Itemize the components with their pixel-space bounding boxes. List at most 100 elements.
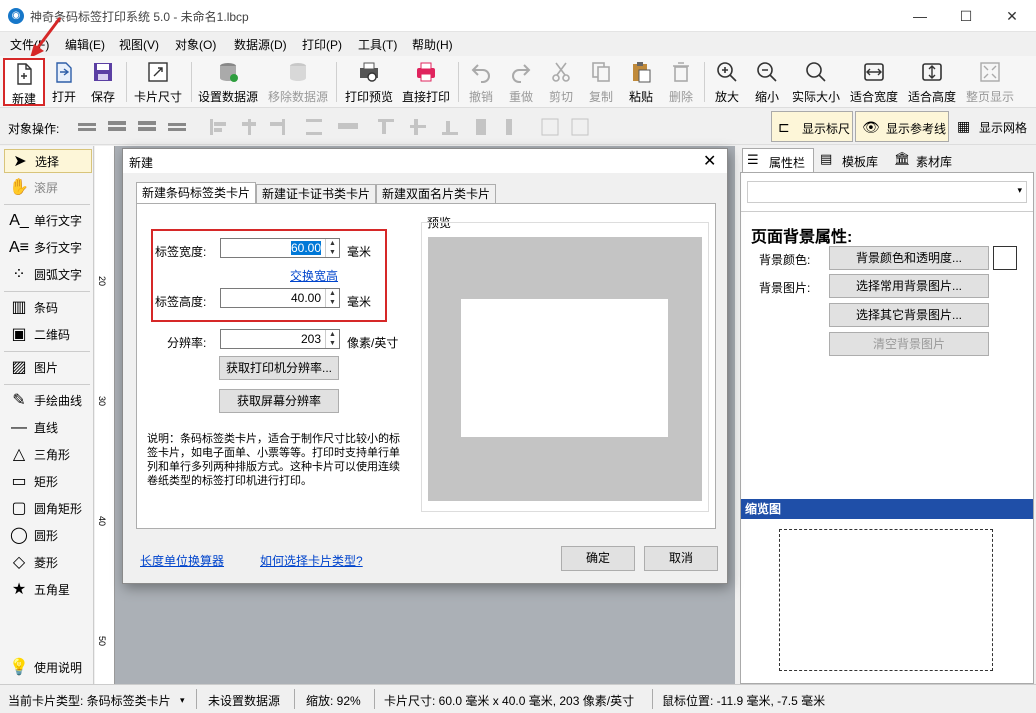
unit-converter-link[interactable]: 长度单位换算器 bbox=[140, 552, 224, 569]
menu-help[interactable]: 帮助(H) bbox=[412, 36, 453, 53]
cursor-icon: ➤ bbox=[13, 153, 27, 170]
tool-qrcode-label: 二维码 bbox=[34, 328, 71, 342]
tool-triangle-label: 三角形 bbox=[34, 448, 71, 462]
tool-select[interactable]: ➤ 选择 bbox=[4, 149, 92, 173]
tab-certificate-card[interactable]: 新建证卡证书类卡片 bbox=[256, 184, 376, 204]
tab-content: 标签宽度: 60.00 ▲ ▼ 毫米 交换宽高 标签高度: 40.00 ▲ ▼ 毫米… bbox=[136, 203, 716, 529]
zoom-in-button[interactable]: 放大 bbox=[710, 58, 744, 106]
redo-button[interactable]: 重做 bbox=[504, 58, 538, 106]
tool-barcode[interactable]: ▥ 条码 bbox=[4, 296, 92, 320]
undo-button[interactable]: 撤销 bbox=[464, 58, 498, 106]
get-screen-dpi-button[interactable]: 获取屏幕分辨率 bbox=[219, 389, 339, 413]
remove-datasource-button[interactable]: 移除数据源 bbox=[266, 58, 330, 106]
zoom-out-button[interactable]: 缩小 bbox=[750, 58, 784, 106]
tab-properties[interactable]: ☰ 属性栏 bbox=[742, 148, 814, 172]
tab-templates[interactable]: ▤ 模板库 bbox=[816, 148, 888, 172]
tool-multi-text[interactable]: A≡ 多行文字 bbox=[4, 236, 92, 260]
maximize-button[interactable]: ☐ bbox=[943, 0, 989, 32]
tool-circle[interactable]: ◯ 圆形 bbox=[4, 524, 92, 548]
width-spinner[interactable]: ▲ ▼ bbox=[325, 239, 339, 257]
cut-button[interactable]: 剪切 bbox=[544, 58, 578, 106]
multiline-text-icon: A≡ bbox=[8, 239, 29, 256]
height-field[interactable]: 40.00 ▲ ▼ bbox=[220, 288, 340, 308]
choose-other-bg-button[interactable]: 选择其它背景图片... bbox=[829, 303, 989, 327]
tool-qrcode[interactable]: ▣ 二维码 bbox=[4, 323, 92, 347]
status-mouse-position: 鼠标位置: -11.9 毫米, -7.5 毫米 bbox=[662, 694, 826, 708]
copy-button[interactable]: 复制 bbox=[584, 58, 618, 106]
tool-scroll[interactable]: ✋ 滚屏 bbox=[4, 176, 92, 200]
separator bbox=[294, 689, 295, 709]
diamond-icon: ◇ bbox=[12, 554, 26, 571]
menu-object[interactable]: 对象(O) bbox=[175, 36, 216, 53]
tool-line[interactable]: — 直线 bbox=[4, 416, 92, 440]
show-guides-toggle[interactable]: 👁 显示参考线 bbox=[855, 111, 949, 142]
set-datasource-button[interactable]: 设置数据源 bbox=[196, 58, 260, 106]
right-panel: ☰ 属性栏 ▤ 模板库 🏛 素材库 ▾ 页面背景属性: 背景颜色: 背景颜色和透… bbox=[738, 146, 1036, 684]
fit-height-button[interactable]: 适合高度 bbox=[906, 58, 958, 106]
dpi-field[interactable]: 203 ▲ ▼ bbox=[220, 329, 340, 349]
bg-color-button[interactable]: 背景颜色和透明度... bbox=[829, 246, 989, 270]
menu-edit[interactable]: 编辑(E) bbox=[65, 36, 105, 53]
open-button[interactable]: 打开 bbox=[46, 58, 82, 106]
dropdown-arrow-icon[interactable]: ▾ bbox=[180, 695, 185, 706]
help-button[interactable]: 💡 使用说明 bbox=[4, 656, 92, 680]
tool-select-label: 选择 bbox=[35, 155, 60, 169]
minimize-button[interactable]: — bbox=[897, 0, 943, 32]
menu-tools[interactable]: 工具(T) bbox=[358, 36, 397, 53]
preview-group bbox=[421, 222, 709, 512]
height-spinner[interactable]: ▲ ▼ bbox=[325, 289, 339, 307]
object-select[interactable]: ▾ bbox=[747, 181, 1027, 203]
width-field[interactable]: 60.00 ▲ ▼ bbox=[220, 238, 340, 258]
how-to-choose-link[interactable]: 如何选择卡片类型? bbox=[260, 552, 363, 569]
zoom-in-label: 放大 bbox=[714, 90, 739, 104]
tab-materials[interactable]: 🏛 素材库 bbox=[890, 148, 962, 172]
actual-size-button[interactable]: 实际大小 bbox=[790, 58, 842, 106]
tab-business-card[interactable]: 新建双面名片类卡片 bbox=[376, 184, 496, 204]
tab-barcode-card[interactable]: 新建条码标签类卡片 bbox=[136, 182, 256, 204]
print-preview-button[interactable]: 打印预览 bbox=[342, 58, 396, 106]
dialog-close-button[interactable]: ✕ bbox=[703, 151, 716, 171]
tool-star[interactable]: ★ 五角星 bbox=[4, 578, 92, 602]
menu-datasource[interactable]: 数据源(D) bbox=[234, 36, 287, 53]
menu-view[interactable]: 视图(V) bbox=[119, 36, 159, 53]
card-size-button[interactable]: 卡片尺寸 bbox=[132, 58, 184, 106]
close-button[interactable]: ✕ bbox=[989, 0, 1035, 32]
tool-triangle[interactable]: △ 三角形 bbox=[4, 443, 92, 467]
cancel-button[interactable]: 取消 bbox=[644, 546, 718, 571]
full-page-icon bbox=[980, 62, 1000, 82]
ok-button[interactable]: 确定 bbox=[561, 546, 635, 571]
align-icons bbox=[210, 118, 589, 136]
status-card-type[interactable]: 当前卡片类型: 条码标签类卡片 bbox=[8, 692, 171, 709]
clear-bg-button[interactable]: 清空背景图片 bbox=[829, 332, 989, 356]
star-icon: ★ bbox=[11, 581, 27, 598]
swap-dimensions-link[interactable]: 交换宽高 bbox=[290, 267, 338, 284]
save-button[interactable]: 保存 bbox=[85, 58, 121, 106]
get-printer-dpi-button[interactable]: 获取打印机分辨率... bbox=[219, 356, 339, 380]
tool-image[interactable]: ▨ 图片 bbox=[4, 356, 92, 380]
fit-width-button[interactable]: 适合宽度 bbox=[848, 58, 900, 106]
tool-single-text[interactable]: A_ 单行文字 bbox=[4, 209, 92, 233]
tool-barcode-label: 条码 bbox=[34, 301, 59, 315]
direct-print-button[interactable]: 直接打印 bbox=[400, 58, 452, 106]
tool-freehand[interactable]: ✎ 手绘曲线 bbox=[4, 389, 92, 413]
dpi-spinner[interactable]: ▲ ▼ bbox=[325, 330, 339, 348]
paste-button[interactable]: 粘贴 bbox=[624, 58, 658, 106]
eye-icon: 👁 bbox=[862, 119, 880, 135]
tool-rounded-rect[interactable]: ▢ 圆角矩形 bbox=[4, 497, 92, 521]
copy-icon bbox=[592, 62, 610, 82]
show-grid-toggle[interactable]: ▦ 显示网格 bbox=[952, 111, 1034, 142]
tool-rectangle[interactable]: ▭ 矩形 bbox=[4, 470, 92, 494]
dpi-value: 203 bbox=[300, 332, 321, 346]
choose-common-bg-button[interactable]: 选择常用背景图片... bbox=[829, 274, 989, 298]
tool-arc-text[interactable]: ⁘ 圆弧文字 bbox=[4, 263, 92, 287]
color-swatch[interactable] bbox=[993, 246, 1017, 270]
qrcode-icon: ▣ bbox=[11, 326, 27, 343]
printer-icon bbox=[417, 62, 435, 82]
show-ruler-toggle[interactable]: ⊏ 显示标尺 bbox=[771, 111, 853, 142]
ruler-icon: ⊏ bbox=[778, 119, 790, 135]
delete-button[interactable]: 删除 bbox=[664, 58, 698, 106]
full-page-button[interactable]: 整页显示 bbox=[964, 58, 1016, 106]
new-button[interactable]: 新建 bbox=[3, 58, 45, 106]
menu-print[interactable]: 打印(P) bbox=[302, 36, 342, 53]
tool-diamond[interactable]: ◇ 菱形 bbox=[4, 551, 92, 575]
